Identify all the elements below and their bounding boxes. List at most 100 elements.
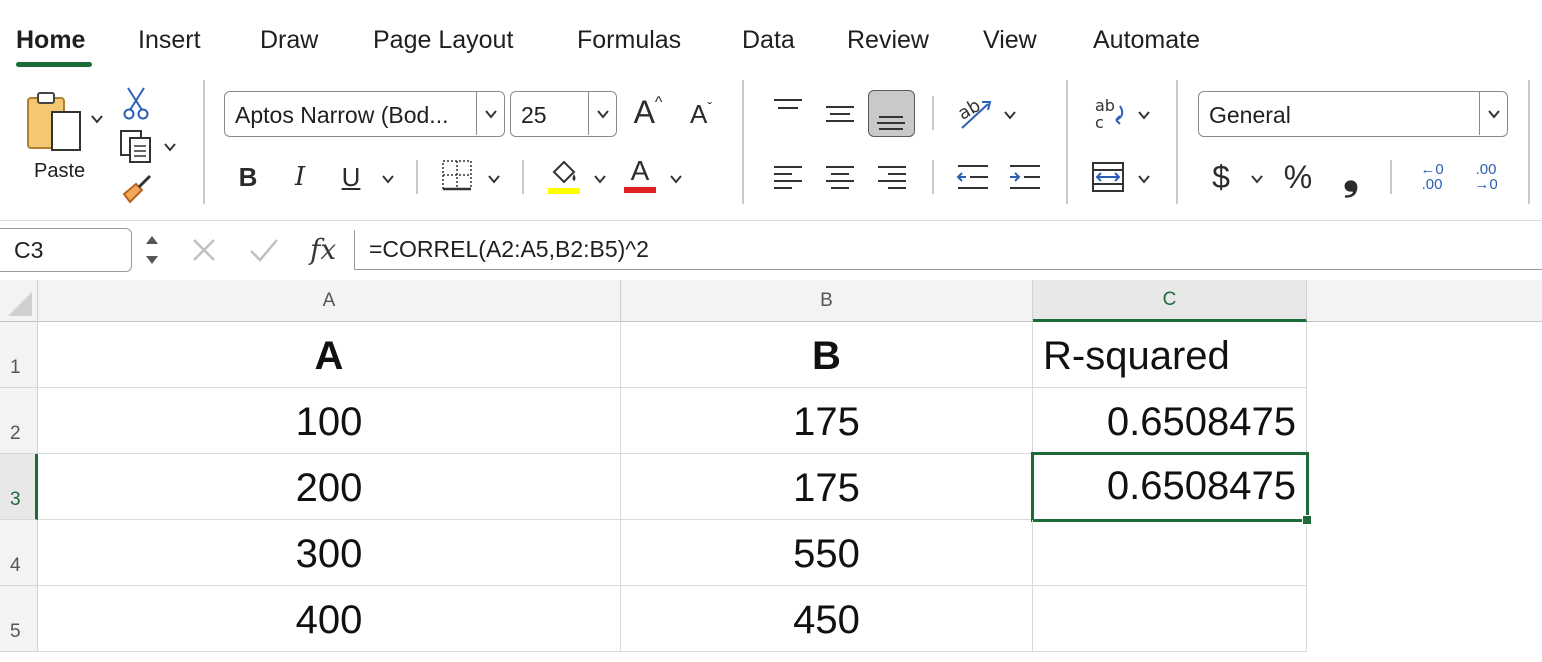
cell-c5[interactable] [1033, 586, 1307, 652]
align-middle-icon [826, 106, 854, 122]
copy-button[interactable] [118, 128, 154, 164]
formula-input[interactable]: =CORREL(A2:A5,B2:B5)^2 [354, 230, 1542, 270]
cell-b3[interactable]: 175 [621, 454, 1033, 520]
decrease-indent-icon [956, 165, 988, 189]
cell-b4[interactable]: 550 [621, 520, 1033, 586]
scissors-icon [123, 87, 149, 120]
column-header-a[interactable]: A [38, 280, 621, 322]
fill-color-button[interactable] [546, 158, 582, 196]
row-header-4[interactable]: 4 [0, 520, 38, 586]
insert-function-button[interactable]: fx [310, 233, 336, 266]
shrink-font-button[interactable]: Aˇ [684, 96, 718, 132]
number-format-dropdown[interactable] [1479, 92, 1507, 135]
separator [522, 160, 524, 194]
currency-dropdown[interactable] [1250, 172, 1264, 186]
tab-draw[interactable]: Draw [260, 26, 318, 55]
decrease-indent-button[interactable] [956, 162, 990, 192]
paint-bucket-icon [548, 160, 580, 194]
borders-dropdown[interactable] [487, 172, 501, 186]
bold-button[interactable]: B [234, 160, 262, 194]
wrap-text-button[interactable]: ab c [1092, 96, 1128, 132]
column-header-c[interactable]: C [1033, 280, 1307, 322]
align-right-button[interactable] [876, 162, 908, 192]
format-painter-button[interactable] [120, 172, 154, 206]
paste-dropdown[interactable] [90, 112, 104, 126]
font-color-button[interactable]: A [622, 156, 658, 194]
row-header-3[interactable]: 3 [0, 454, 38, 520]
font-color-dropdown[interactable] [669, 172, 683, 186]
tab-view[interactable]: View [983, 26, 1037, 55]
top-align-button[interactable] [772, 94, 804, 124]
align-left-button[interactable] [772, 162, 804, 192]
chevron-down-icon [1251, 175, 1263, 184]
align-top-icon [774, 99, 802, 109]
close-icon [193, 239, 215, 261]
cell-b5[interactable]: 450 [621, 586, 1033, 652]
tab-home[interactable]: Home [16, 26, 85, 55]
cell-c2[interactable]: 0.6508475 [1033, 388, 1307, 454]
tab-review[interactable]: Review [847, 26, 929, 55]
tab-automate[interactable]: Automate [1093, 26, 1200, 55]
font-color-icon: A [630, 155, 650, 186]
underline-button[interactable]: U [336, 160, 366, 194]
copy-dropdown[interactable] [163, 140, 177, 154]
cell-b1[interactable]: B [621, 322, 1033, 388]
bottom-align-button[interactable] [868, 90, 915, 137]
orientation-dropdown[interactable] [1003, 108, 1017, 122]
comma-style-button[interactable]: ❟ [1336, 154, 1366, 198]
number-format-box[interactable]: General [1198, 91, 1508, 137]
underline-dropdown[interactable] [381, 172, 395, 186]
cell-a2[interactable]: 100 [38, 388, 621, 454]
select-all-corner[interactable] [0, 280, 38, 322]
cancel-edit-button[interactable] [190, 236, 218, 269]
tab-page-layout[interactable]: Page Layout [373, 26, 513, 55]
row-header-5[interactable]: 5 [0, 586, 38, 652]
name-box[interactable]: C3 [0, 228, 132, 272]
cell-c4[interactable] [1033, 520, 1307, 586]
decrease-decimal-button[interactable]: ←0 .00 [1412, 160, 1452, 194]
column-header-b[interactable]: B [621, 280, 1033, 322]
chevron-down-icon [596, 109, 609, 119]
grow-font-button[interactable]: A ^ [630, 92, 666, 132]
fill-handle[interactable] [1302, 515, 1312, 525]
row-header-1[interactable]: 1 [0, 322, 38, 388]
merge-center-button[interactable] [1090, 160, 1126, 194]
shrink-font-icon: A [689, 98, 708, 129]
align-center-button[interactable] [824, 162, 856, 192]
font-name-dropdown[interactable] [476, 92, 504, 135]
cell-c1[interactable]: R-squared [1033, 322, 1307, 388]
borders-button[interactable] [440, 158, 474, 192]
cell-a1[interactable]: A [38, 322, 621, 388]
row-header-2[interactable]: 2 [0, 388, 38, 454]
font-size-dropdown[interactable] [588, 92, 616, 135]
cut-button[interactable] [122, 86, 150, 120]
chevron-down-icon [1138, 111, 1150, 120]
tab-formulas[interactable]: Formulas [577, 26, 681, 55]
cell-b2[interactable]: 175 [621, 388, 1033, 454]
wrap-text-dropdown[interactable] [1137, 108, 1151, 122]
increase-decimal-button[interactable]: .00 →0 [1466, 160, 1506, 194]
increase-indent-icon [1010, 165, 1040, 189]
percent-button[interactable]: % [1280, 158, 1316, 196]
paste-button[interactable] [24, 90, 86, 154]
fill-color-dropdown[interactable] [593, 172, 607, 186]
cell-a4[interactable]: 300 [38, 520, 621, 586]
tab-data[interactable]: Data [742, 26, 795, 55]
orientation-button[interactable]: ab [954, 94, 994, 132]
currency-button[interactable]: $ [1206, 158, 1236, 196]
chevron-down-icon [382, 175, 394, 184]
name-box-stepper[interactable] [140, 228, 164, 272]
increase-indent-button[interactable] [1008, 162, 1042, 192]
font-name-box[interactable]: Aptos Narrow (Bod... [224, 91, 505, 137]
cell-a3[interactable]: 200 [38, 454, 621, 520]
confirm-edit-button[interactable] [248, 236, 280, 269]
font-size-box[interactable]: 25 [510, 91, 617, 137]
column-header-empty [1307, 280, 1542, 322]
middle-align-button[interactable] [824, 94, 856, 134]
merge-center-dropdown[interactable] [1137, 172, 1151, 186]
tab-insert[interactable]: Insert [138, 26, 201, 55]
italic-button[interactable]: I [286, 160, 314, 194]
cell-c3-selected[interactable]: 0.6508475 [1031, 452, 1309, 522]
chevron-down-icon [1004, 111, 1016, 120]
cell-a5[interactable]: 400 [38, 586, 621, 652]
